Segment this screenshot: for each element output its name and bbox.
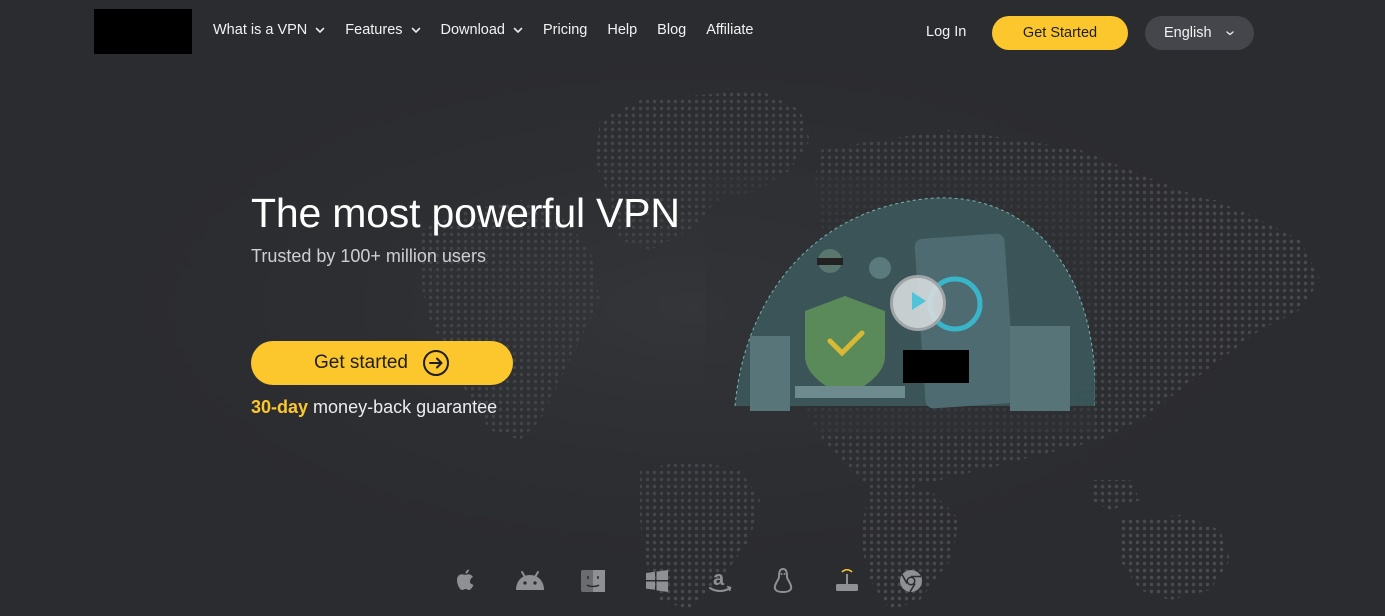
amazon-icon[interactable]: a xyxy=(705,566,735,596)
nav-item-label: Help xyxy=(607,22,638,38)
nav-item-download[interactable]: Download xyxy=(441,22,524,38)
nav-item-affiliate[interactable]: Affiliate xyxy=(706,22,753,38)
nav-item-blog[interactable]: Blog xyxy=(657,22,686,38)
nav-item-label: Blog xyxy=(657,22,687,38)
chevron-down-icon xyxy=(1225,28,1235,38)
chrome-icon[interactable] xyxy=(896,566,926,596)
site-header: What is a VPN Features Download Pricing … xyxy=(0,0,1385,66)
nav-item-label: Pricing xyxy=(543,22,588,38)
svg-text:a: a xyxy=(713,568,725,590)
site-logo[interactable] xyxy=(94,9,192,54)
play-icon xyxy=(908,290,928,317)
main-nav: What is a VPN Features Download Pricing … xyxy=(213,22,774,38)
nav-item-pricing[interactable]: Pricing xyxy=(543,22,587,38)
router-icon[interactable] xyxy=(832,566,862,596)
nav-item-what-is-a-vpn[interactable]: What is a VPN xyxy=(213,22,325,38)
windows-icon[interactable] xyxy=(642,566,672,596)
android-icon[interactable] xyxy=(513,566,544,596)
hero-video-illustration xyxy=(705,176,1096,432)
money-back-guarantee: 30-day money-back guarantee xyxy=(251,397,497,418)
hero-get-started-button[interactable]: Get started xyxy=(251,341,513,385)
world-map-background xyxy=(0,0,1385,616)
guarantee-text: money-back guarantee xyxy=(308,397,498,417)
nav-item-label: Features xyxy=(345,22,403,38)
chevron-down-icon xyxy=(513,25,523,35)
chevron-down-icon xyxy=(411,25,421,35)
hero-subtitle: Trusted by 100+ million users xyxy=(251,246,486,266)
finder-icon[interactable] xyxy=(578,566,608,596)
apple-icon[interactable] xyxy=(450,566,480,596)
language-selector[interactable]: English xyxy=(1145,16,1254,50)
hero-title: The most powerful VPN xyxy=(251,190,680,236)
login-link[interactable]: Log In xyxy=(926,24,966,40)
nav-item-help[interactable]: Help xyxy=(607,22,637,38)
play-video-button[interactable] xyxy=(890,275,946,331)
get-started-button[interactable]: Get Started xyxy=(992,16,1128,50)
cta-label: Get started xyxy=(314,352,408,373)
linux-icon[interactable] xyxy=(768,566,798,596)
arrow-right-circle-icon xyxy=(422,349,450,377)
language-label: English xyxy=(1164,25,1212,41)
nav-item-label: Affiliate xyxy=(706,22,754,38)
guarantee-highlight: 30-day xyxy=(251,397,309,417)
platform-icons: a xyxy=(450,566,930,598)
nav-item-features[interactable]: Features xyxy=(345,22,420,38)
nav-item-label: What is a VPN xyxy=(213,22,308,38)
nav-item-label: Download xyxy=(440,22,506,38)
chevron-down-icon xyxy=(315,25,325,35)
